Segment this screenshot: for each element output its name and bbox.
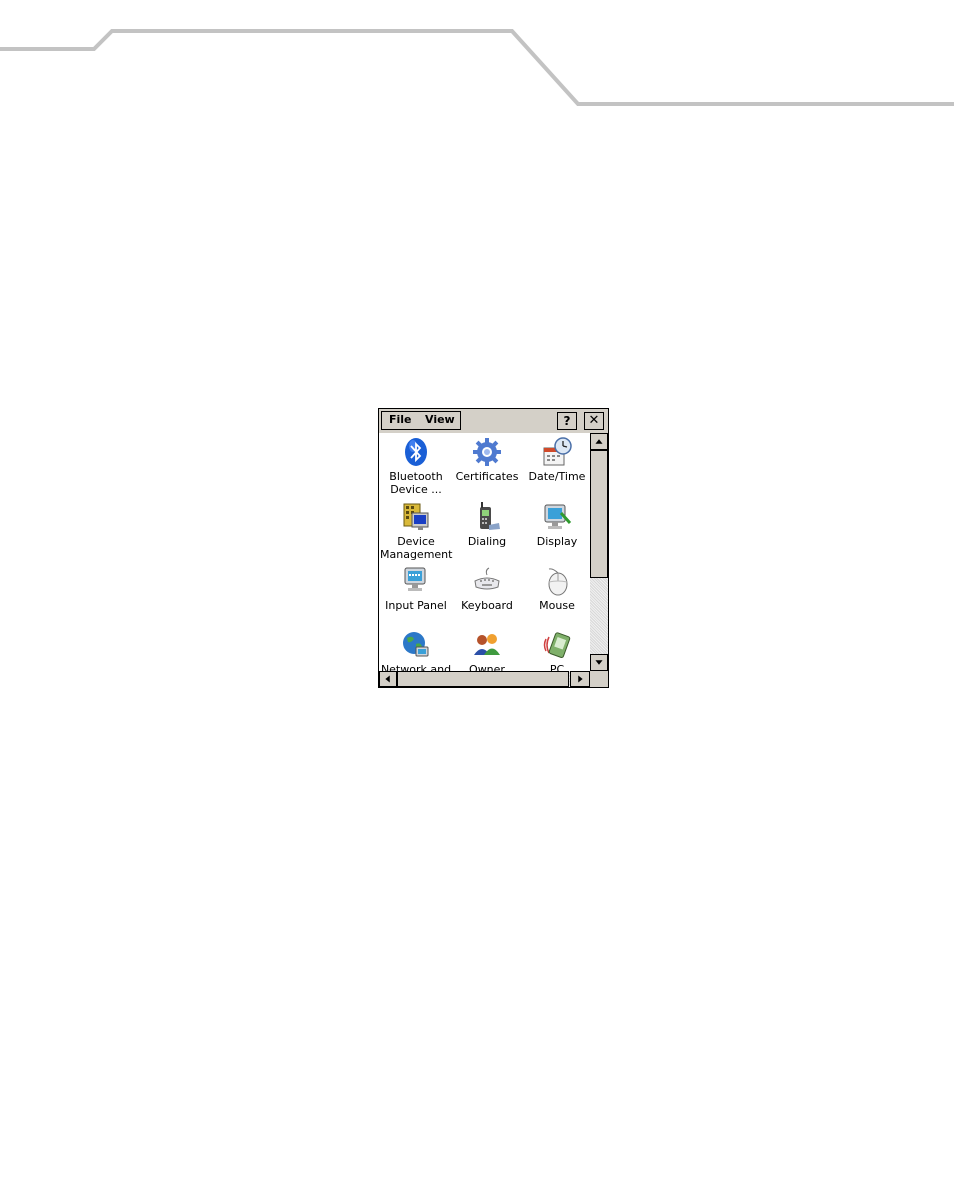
item-label: Keyboard [461, 599, 513, 612]
mouse-icon [548, 568, 568, 596]
item-display[interactable]: Display [521, 501, 590, 548]
scroll-left-button[interactable] [379, 671, 397, 687]
menu-group: File View [381, 411, 461, 430]
file-menu[interactable]: File [389, 413, 412, 426]
item-label: Bluetooth [389, 470, 443, 483]
bluetooth-icon [405, 438, 427, 466]
item-label: Dialing [467, 535, 507, 548]
icon-view: Bluetooth Device ... Certificates Date/T… [379, 433, 590, 671]
item-certificates[interactable]: Certificates [451, 436, 523, 483]
certificates-icon [473, 438, 501, 466]
scrollbar-corner [590, 671, 608, 687]
vertical-scroll-thumb[interactable] [590, 450, 608, 578]
item-label: Input Panel [385, 599, 447, 612]
item-label-line2: Management [380, 548, 453, 561]
item-label: Network and [380, 663, 452, 671]
page-header-rule [0, 29, 954, 106]
owner-icon [474, 634, 500, 655]
pc-connection-icon [543, 632, 571, 659]
help-button[interactable]: ? [557, 412, 577, 430]
scroll-up-button[interactable] [590, 433, 608, 450]
item-label: Display [536, 535, 578, 548]
view-menu[interactable]: View [425, 413, 455, 426]
scroll-right-button[interactable] [570, 671, 590, 687]
item-date-time[interactable]: Date/Time [521, 436, 590, 483]
vertical-scrollbar[interactable] [590, 433, 608, 671]
item-label: Mouse [539, 599, 575, 612]
keyboard-icon [474, 567, 500, 590]
control-panel-window: File View ? ✕ Bluetooth Device ... Certi… [378, 408, 609, 688]
chevron-left-icon [385, 675, 390, 683]
item-label: PC [549, 663, 565, 671]
chevron-right-icon [578, 675, 583, 683]
item-label-line2: Device ... [390, 483, 442, 496]
item-label: Owner [469, 663, 505, 671]
item-device-management[interactable]: Device Management [380, 501, 452, 561]
horizontal-scrollbar[interactable] [379, 671, 590, 687]
item-mouse[interactable]: Mouse [521, 565, 590, 612]
item-network[interactable]: Network and [380, 629, 452, 671]
display-icon [544, 504, 572, 529]
item-keyboard[interactable]: Keyboard [451, 565, 523, 612]
item-label: Date/Time [528, 470, 586, 483]
menu-bar: File View ? ✕ [379, 409, 608, 433]
chevron-up-icon [595, 439, 603, 444]
item-pc-connection[interactable]: PC [521, 629, 590, 671]
scroll-down-button[interactable] [590, 654, 608, 671]
date-time-icon [543, 437, 572, 466]
horizontal-scroll-thumb[interactable] [397, 671, 569, 687]
item-input-panel[interactable]: Input Panel [380, 565, 452, 612]
chevron-down-icon [595, 660, 603, 665]
item-dialing[interactable]: Dialing [451, 501, 523, 548]
network-icon [403, 632, 429, 657]
item-label: Certificates [455, 470, 519, 483]
item-bluetooth[interactable]: Bluetooth Device ... [380, 436, 452, 496]
item-owner[interactable]: Owner [451, 629, 523, 671]
item-label: Device [397, 535, 435, 548]
input-panel-icon [404, 567, 426, 591]
device-management-icon [403, 503, 429, 530]
dialing-icon [480, 502, 500, 530]
close-button[interactable]: ✕ [584, 412, 604, 430]
